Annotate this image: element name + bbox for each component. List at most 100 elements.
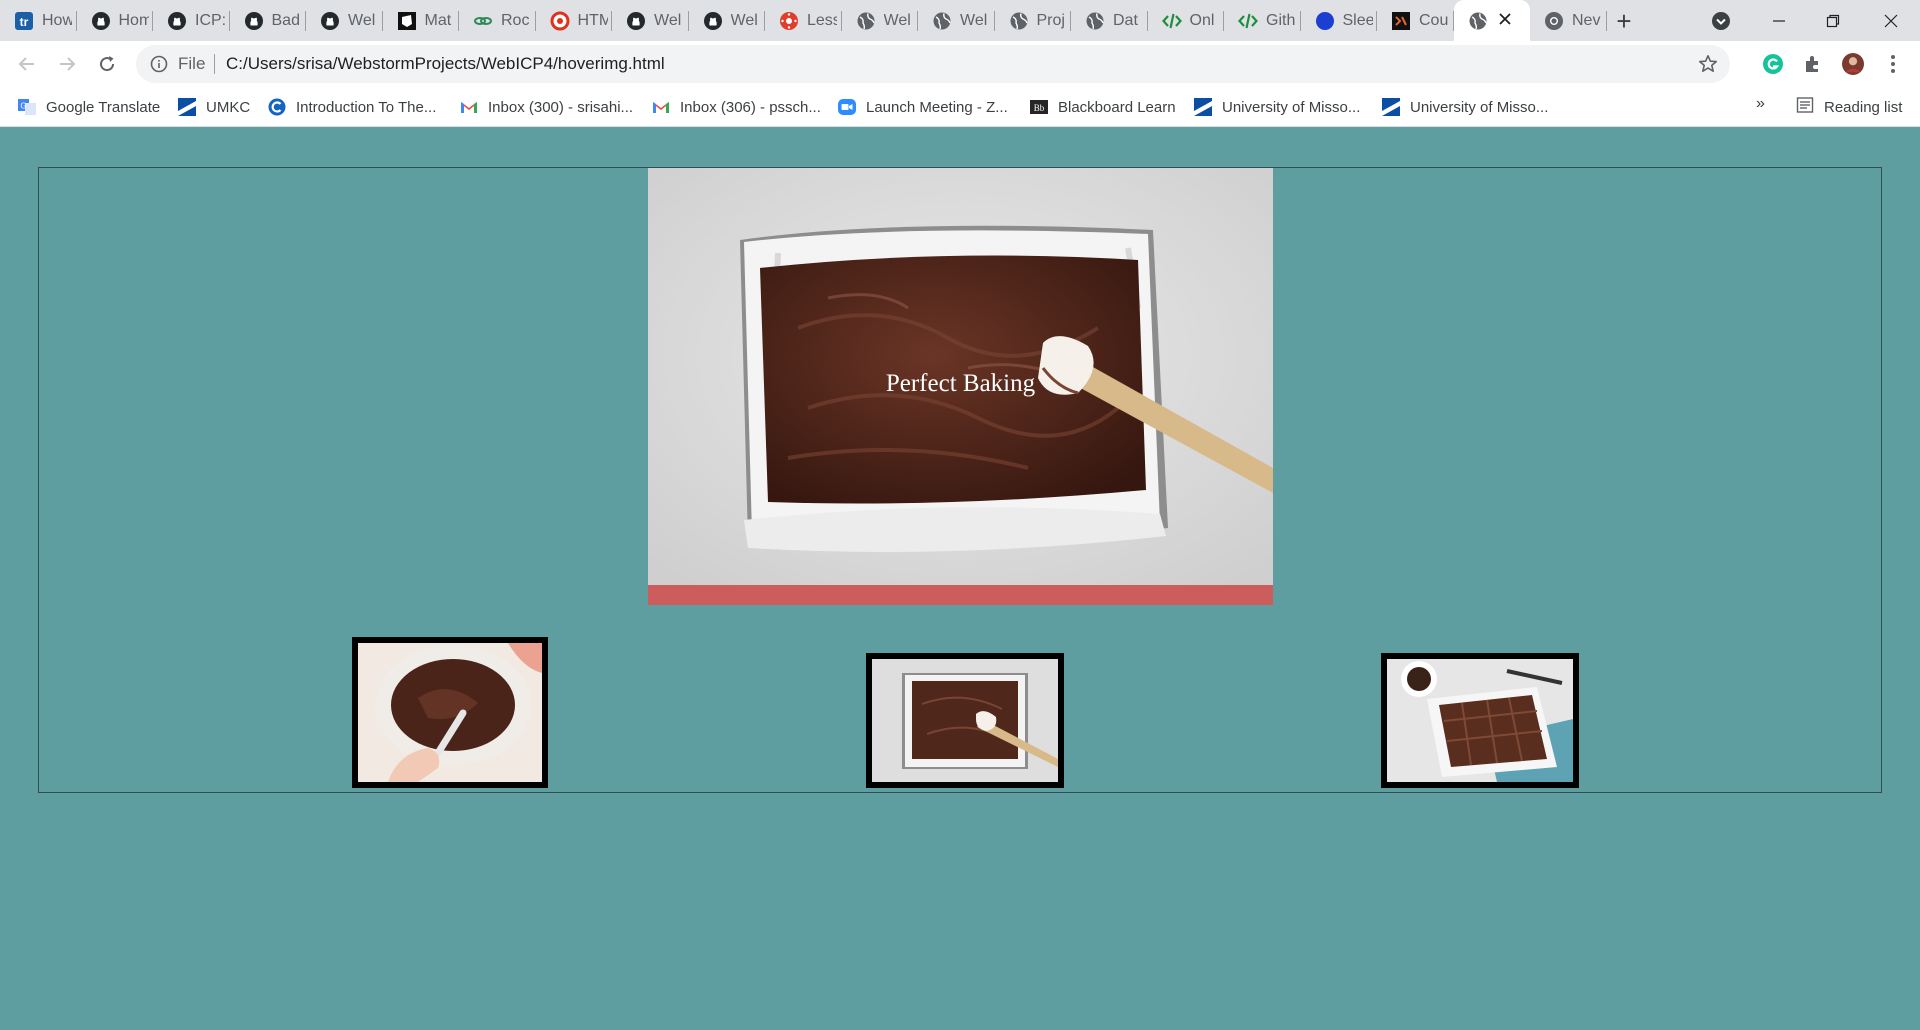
tab[interactable]: Mat (383, 0, 460, 41)
tab[interactable]: Slee (1301, 0, 1378, 41)
tab[interactable]: Nev (1530, 0, 1607, 41)
bookmark-item[interactable]: Launch Meeting - Z... (838, 96, 1008, 118)
forward-icon[interactable] (54, 51, 80, 77)
tab-strip: tr How Hom ICP: Bad Wel Mat Roc HTM Wel Wel Less Wel… (0, 0, 1920, 41)
bookmark-label: Introduction To The... (296, 98, 437, 116)
tab-label: Wel (960, 11, 988, 29)
menu-icon[interactable] (1882, 53, 1904, 75)
tab[interactable]: Wel (842, 0, 919, 41)
canvas-icon (779, 11, 799, 31)
hero-figure[interactable]: Perfect Baking (648, 168, 1273, 605)
blackboard-icon: Bb (1030, 98, 1048, 116)
tab[interactable]: tr How (0, 0, 77, 41)
tab[interactable]: Bad (230, 0, 307, 41)
reload-icon[interactable] (94, 51, 120, 77)
trello-icon: tr (14, 11, 34, 31)
github-icon (703, 11, 723, 31)
github-icon (626, 11, 646, 31)
rocket-icon (473, 11, 493, 31)
tab-label: HTM (577, 11, 608, 29)
code-icon (1161, 11, 1182, 31)
bookmark-item[interactable]: G Google Translate (18, 96, 160, 118)
hero-caption: Perfect Baking (885, 370, 1036, 397)
bookmarks-more-button[interactable]: » (1756, 95, 1765, 113)
umkc-icon (1382, 98, 1400, 116)
tab-label: Nev (1572, 11, 1601, 29)
tab[interactable]: Wel (306, 0, 383, 41)
tab[interactable]: Wel (612, 0, 689, 41)
tab[interactable]: Roc (459, 0, 536, 41)
bookmark-item[interactable]: Inbox (306) - pssch... (652, 96, 821, 118)
bookmark-item[interactable]: University of Misso... (1194, 96, 1360, 118)
info-icon[interactable] (150, 55, 168, 73)
tab-active[interactable] (1453, 0, 1530, 41)
tab-label: Less (807, 11, 837, 29)
bookmarks-bar: » Reading list G Google Translate UMKC Intr… (0, 87, 1920, 127)
tab-label: Wel (348, 11, 376, 29)
bookmark-item[interactable]: Introduction To The... (268, 96, 436, 118)
svg-text:tr: tr (20, 15, 29, 29)
tab[interactable]: Cou (1377, 0, 1454, 41)
github-icon (91, 11, 111, 31)
bookmark-label: Google Translate (46, 98, 161, 116)
address-bar[interactable]: File C:/Users/srisa/WebstormProjects/Web… (136, 45, 1730, 83)
thumbnail-brownie-batter[interactable] (866, 653, 1064, 788)
bookmark-item[interactable]: UMKC (178, 96, 250, 118)
tab[interactable]: Wel (918, 0, 995, 41)
new-tab-button[interactable]: + (1610, 7, 1638, 35)
url-text[interactable]: C:/Users/srisa/WebstormProjects/WebICP4/… (226, 54, 665, 74)
tabs: tr How Hom ICP: Bad Wel Mat Roc HTM Wel Wel Less Wel… (0, 0, 1607, 41)
gmail-icon (460, 98, 478, 116)
bookmark-label: Inbox (306) - pssch... (680, 98, 821, 116)
tab-search-icon[interactable] (1710, 10, 1732, 32)
tab-label: Hom (118, 11, 149, 29)
bookmark-label: University of Misso... (1410, 98, 1549, 116)
tab[interactable]: Dat (1071, 0, 1148, 41)
bookmark-label: Blackboard Learn (1058, 98, 1176, 116)
tab[interactable]: Wel (689, 0, 766, 41)
minimize-icon[interactable] (1752, 0, 1806, 41)
thumbnail-baked-brownies[interactable] (1381, 653, 1579, 788)
reading-list-icon (1796, 96, 1814, 118)
tab-label: Onl (1189, 11, 1215, 29)
bookmark-star-icon[interactable] (1698, 54, 1718, 74)
profile-avatar[interactable] (1842, 53, 1864, 75)
bookmark-item[interactable]: Bb Blackboard Learn (1030, 96, 1176, 118)
svg-text:G: G (20, 102, 26, 111)
github-icon (244, 11, 264, 31)
address-separator (214, 54, 215, 74)
bookmark-item[interactable]: Inbox (300) - srisahi... (460, 96, 633, 118)
tab[interactable]: Hom (77, 0, 154, 41)
codepen-icon (397, 11, 417, 31)
gmail-icon (652, 98, 670, 116)
tab[interactable]: Onl (1148, 0, 1225, 41)
close-tab-icon[interactable] (1498, 10, 1512, 31)
close-window-icon[interactable] (1864, 0, 1918, 41)
page-content: Perfect Baking (0, 127, 1920, 1030)
reading-list-button[interactable]: Reading list (1796, 96, 1902, 118)
grammarly-icon[interactable] (1762, 53, 1784, 75)
hero-accent-bar (648, 585, 1273, 605)
restore-icon[interactable] (1806, 0, 1860, 41)
tab-label: ICP: (195, 11, 225, 29)
code-icon (1238, 11, 1258, 31)
bookmark-item[interactable]: University of Misso... (1382, 96, 1548, 118)
extensions-icon[interactable] (1802, 53, 1824, 75)
tab[interactable]: Less (765, 0, 842, 41)
globe-icon (1085, 11, 1105, 31)
c-icon (268, 98, 286, 116)
bookmark-label: Launch Meeting - Z... (866, 98, 1008, 116)
github-icon (320, 11, 340, 31)
tab[interactable]: HTM (536, 0, 613, 41)
back-icon[interactable] (14, 51, 40, 77)
tab[interactable]: Proj (995, 0, 1072, 41)
tab-label: Wel (730, 11, 758, 29)
tab-label: Slee (1342, 11, 1373, 29)
blue-dot-icon (1315, 11, 1335, 31)
globe-icon (856, 11, 876, 31)
thumbnail-mixing-bowl[interactable] (352, 637, 548, 788)
tab[interactable]: Gith (1224, 0, 1301, 41)
coursera-icon (1391, 11, 1411, 31)
tab-label: Mat (424, 11, 452, 29)
tab[interactable]: ICP: (153, 0, 230, 41)
